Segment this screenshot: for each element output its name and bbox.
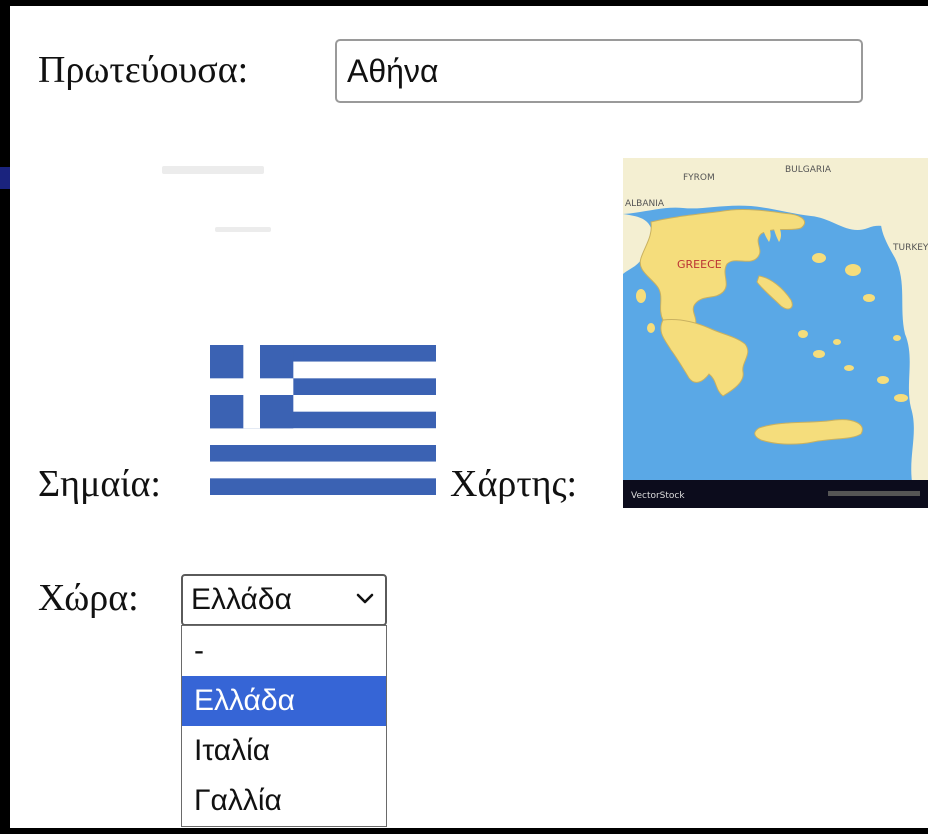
map-label-albania: ALBANIA — [625, 199, 665, 209]
ghost-mark — [162, 166, 264, 174]
dropdown-option[interactable]: - — [182, 626, 386, 676]
map-watermark: VectorStock — [631, 491, 685, 501]
map-label-fyrom: FYROM — [683, 173, 715, 183]
greece-map-image: FYROM BULGARIA ALBANIA TURKEY GREECE Vec… — [623, 158, 928, 508]
flag-label: Σημαία: — [38, 463, 161, 505]
dropdown-option[interactable]: Γαλλία — [182, 776, 386, 826]
greece-flag-image — [210, 345, 436, 495]
page: Πρωτεύουσα: Σημαία: Χάρτης: — [0, 0, 928, 834]
form-canvas: Πρωτεύουσα: Σημαία: Χάρτης: — [10, 6, 928, 828]
capital-input[interactable] — [335, 39, 863, 103]
dropdown-option[interactable]: Ιταλία — [182, 726, 386, 776]
capital-label: Πρωτεύουσα: — [38, 49, 249, 91]
country-label: Χώρα: — [38, 577, 139, 619]
country-dropdown-list: - Ελλάδα Ιταλία Γαλλία — [181, 625, 387, 827]
country-select-value: Ελλάδα — [191, 583, 292, 616]
map-label-greece: GREECE — [677, 258, 722, 271]
chevron-down-icon — [356, 593, 374, 604]
ghost-mark — [215, 227, 271, 232]
country-select[interactable]: Ελλάδα — [181, 574, 387, 626]
dropdown-option-selected[interactable]: Ελλάδα — [182, 676, 386, 726]
map-label: Χάρτης: — [450, 463, 578, 505]
map-label-turkey: TURKEY — [892, 243, 928, 253]
map-label-bulgaria: BULGARIA — [785, 165, 832, 175]
